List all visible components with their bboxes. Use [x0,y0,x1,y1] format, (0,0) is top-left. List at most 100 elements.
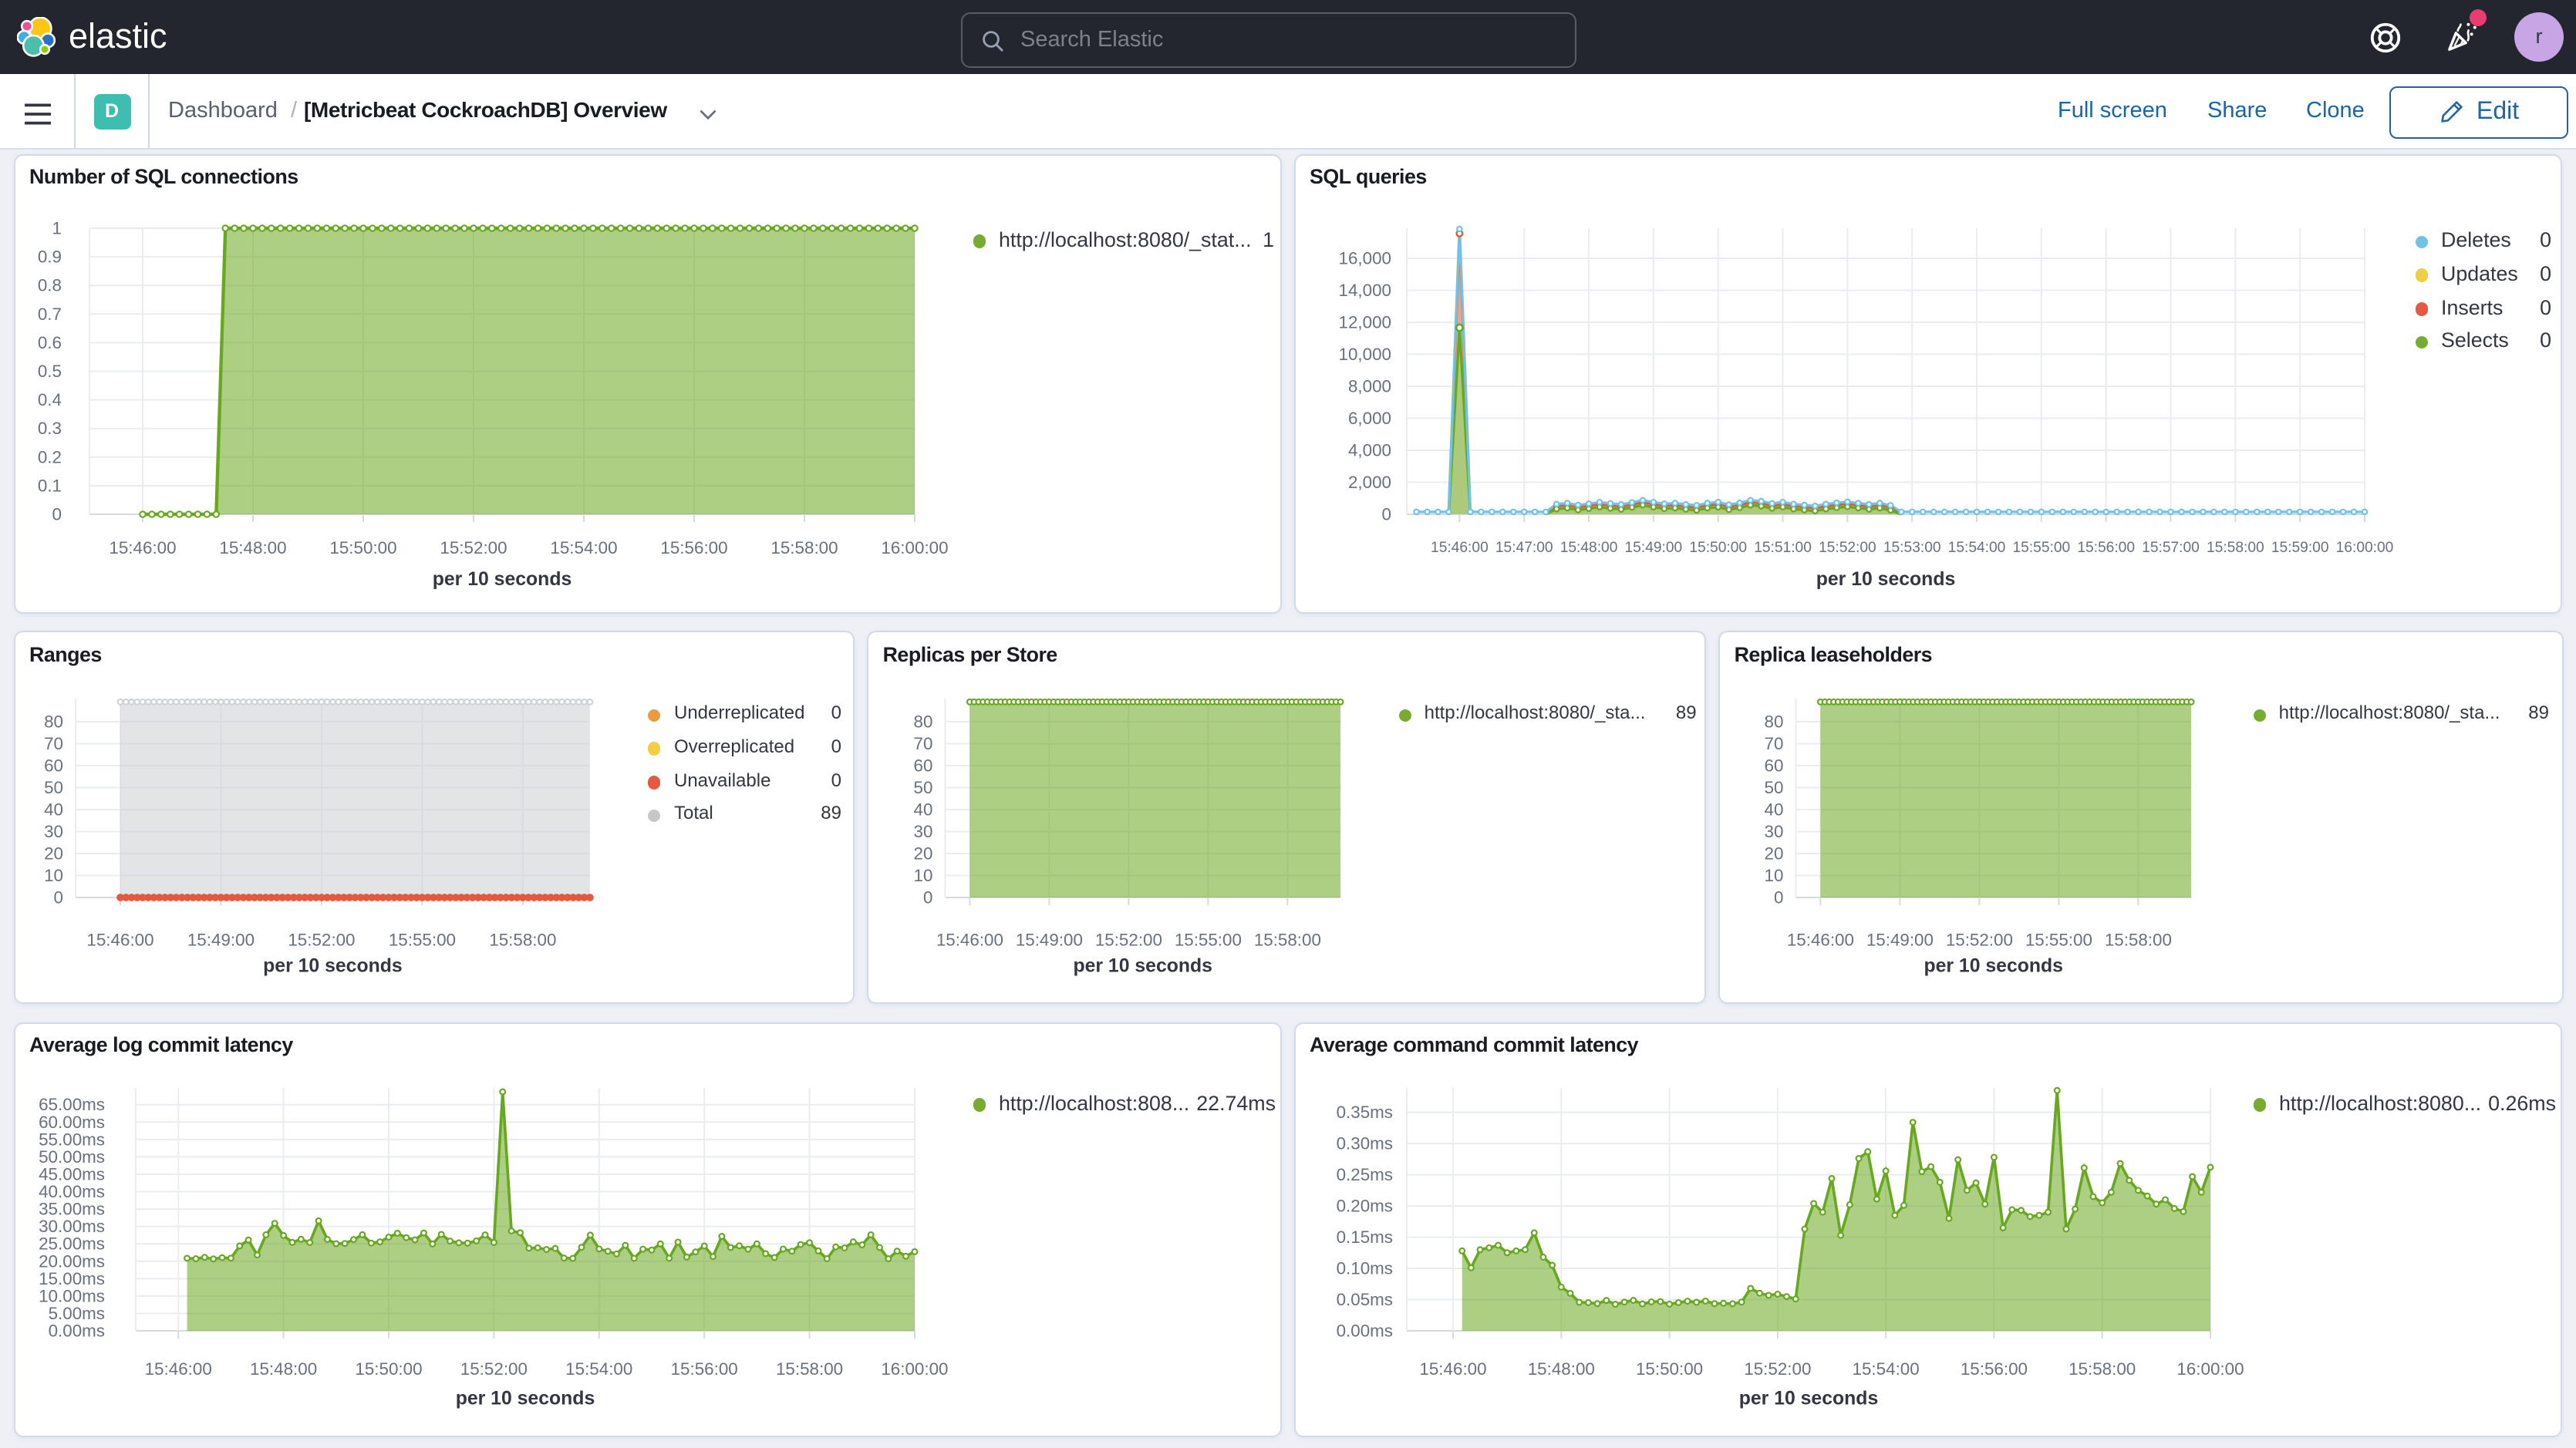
svg-text:0: 0 [1775,887,1784,907]
svg-text:15:58:00: 15:58:00 [1254,930,1321,949]
svg-text:60.00ms: 60.00ms [39,1112,105,1131]
svg-text:16:00:00: 16:00:00 [881,1359,948,1378]
svg-text:15.00ms: 15.00ms [39,1268,105,1288]
svg-text:per 10 seconds: per 10 seconds [456,1388,595,1409]
svg-text:40: 40 [1765,800,1784,820]
svg-text:60: 60 [914,756,933,776]
svg-text:6,000: 6,000 [1348,408,1391,427]
svg-text:30: 30 [44,822,63,841]
svg-text:16,000: 16,000 [1339,248,1391,268]
svg-text:20: 20 [914,844,933,863]
svg-text:0.4: 0.4 [38,389,62,409]
svg-text:16:00:00: 16:00:00 [2176,1359,2244,1378]
svg-text:0: 0 [924,887,933,907]
svg-text:15:47:00: 15:47:00 [1495,539,1553,555]
svg-text:15:52:00: 15:52:00 [1095,930,1162,949]
svg-text:0.9: 0.9 [38,247,62,266]
svg-text:15:58:00: 15:58:00 [776,1359,843,1378]
svg-text:10,000: 10,000 [1339,344,1391,363]
svg-text:2,000: 2,000 [1348,472,1391,491]
svg-text:15:53:00: 15:53:00 [1883,539,1941,555]
svg-text:15:55:00: 15:55:00 [1175,930,1242,949]
svg-text:15:58:00: 15:58:00 [2069,1359,2136,1378]
svg-text:0.5: 0.5 [38,361,62,380]
svg-text:0.6: 0.6 [38,332,62,352]
svg-text:15:54:00: 15:54:00 [1853,1359,1920,1378]
svg-text:per 10 seconds: per 10 seconds [1924,955,2063,976]
svg-text:1: 1 [52,218,62,237]
svg-text:0.35ms: 0.35ms [1337,1102,1393,1121]
svg-text:15:46:00: 15:46:00 [936,930,1003,949]
svg-text:0: 0 [54,888,63,908]
svg-text:0: 0 [52,504,62,524]
svg-text:15:56:00: 15:56:00 [671,1359,738,1378]
svg-text:15:50:00: 15:50:00 [1636,1359,1703,1378]
svg-text:15:52:00: 15:52:00 [440,537,507,557]
svg-text:20: 20 [44,844,63,864]
svg-text:15:46:00: 15:46:00 [86,931,153,950]
svg-text:15:56:00: 15:56:00 [2077,539,2135,555]
svg-text:16:00:00: 16:00:00 [881,537,948,557]
svg-text:30.00ms: 30.00ms [39,1216,105,1235]
svg-text:55.00ms: 55.00ms [39,1129,105,1148]
svg-text:45.00ms: 45.00ms [39,1163,105,1183]
svg-text:60: 60 [44,756,63,776]
svg-text:0.00ms: 0.00ms [49,1321,105,1340]
svg-text:0.15ms: 0.15ms [1337,1227,1393,1246]
svg-text:80: 80 [44,712,63,732]
svg-text:per 10 seconds: per 10 seconds [263,956,403,977]
svg-text:per 10 seconds: per 10 seconds [1816,568,1956,589]
svg-text:25.00ms: 25.00ms [39,1234,105,1253]
svg-text:15:49:00: 15:49:00 [1866,930,1934,949]
svg-text:70: 70 [1765,734,1784,753]
svg-text:15:54:00: 15:54:00 [565,1359,632,1378]
svg-text:0.00ms: 0.00ms [1337,1321,1393,1340]
svg-text:15:49:00: 15:49:00 [1625,539,1683,555]
svg-text:0.10ms: 0.10ms [1337,1258,1393,1278]
svg-text:50: 50 [1765,778,1784,797]
svg-text:65.00ms: 65.00ms [39,1094,105,1113]
svg-text:40: 40 [914,800,933,820]
svg-text:15:55:00: 15:55:00 [2013,539,2071,555]
svg-text:15:57:00: 15:57:00 [2142,539,2200,555]
svg-text:10.00ms: 10.00ms [39,1285,105,1305]
svg-text:15:46:00: 15:46:00 [1419,1359,1486,1378]
svg-text:20.00ms: 20.00ms [39,1251,105,1270]
svg-text:40.00ms: 40.00ms [39,1181,105,1200]
svg-text:50: 50 [44,778,63,797]
svg-text:80: 80 [914,712,933,732]
svg-text:15:50:00: 15:50:00 [355,1359,422,1378]
svg-text:0.7: 0.7 [38,304,62,323]
svg-text:15:46:00: 15:46:00 [109,537,176,557]
svg-text:15:50:00: 15:50:00 [1689,539,1747,555]
svg-text:10: 10 [1765,866,1784,885]
svg-text:15:49:00: 15:49:00 [1016,930,1083,949]
svg-text:15:54:00: 15:54:00 [1948,539,2006,555]
svg-text:70: 70 [914,734,933,753]
svg-text:70: 70 [44,734,63,753]
svg-text:15:49:00: 15:49:00 [187,931,255,950]
svg-text:0.8: 0.8 [38,275,62,295]
svg-text:16:00:00: 16:00:00 [2336,539,2394,555]
svg-text:per 10 seconds: per 10 seconds [433,568,572,589]
svg-text:15:46:00: 15:46:00 [1787,930,1854,949]
svg-text:50: 50 [914,778,933,797]
svg-text:0.1: 0.1 [38,475,62,494]
svg-text:per 10 seconds: per 10 seconds [1074,955,1212,976]
svg-text:15:50:00: 15:50:00 [329,537,396,557]
svg-text:10: 10 [914,866,933,885]
svg-text:5.00ms: 5.00ms [49,1303,105,1322]
svg-text:15:52:00: 15:52:00 [288,931,355,950]
svg-text:15:58:00: 15:58:00 [2207,539,2264,555]
svg-text:0.2: 0.2 [38,446,62,466]
svg-text:0.25ms: 0.25ms [1337,1164,1393,1184]
svg-text:14,000: 14,000 [1339,280,1391,299]
svg-text:15:48:00: 15:48:00 [250,1359,317,1378]
svg-text:0: 0 [1382,504,1391,524]
svg-text:30: 30 [914,822,933,841]
svg-text:15:58:00: 15:58:00 [489,931,556,950]
svg-text:60: 60 [1765,756,1784,776]
svg-text:15:56:00: 15:56:00 [1961,1359,2028,1378]
svg-text:15:52:00: 15:52:00 [1744,1359,1811,1378]
svg-text:15:46:00: 15:46:00 [1431,539,1489,555]
